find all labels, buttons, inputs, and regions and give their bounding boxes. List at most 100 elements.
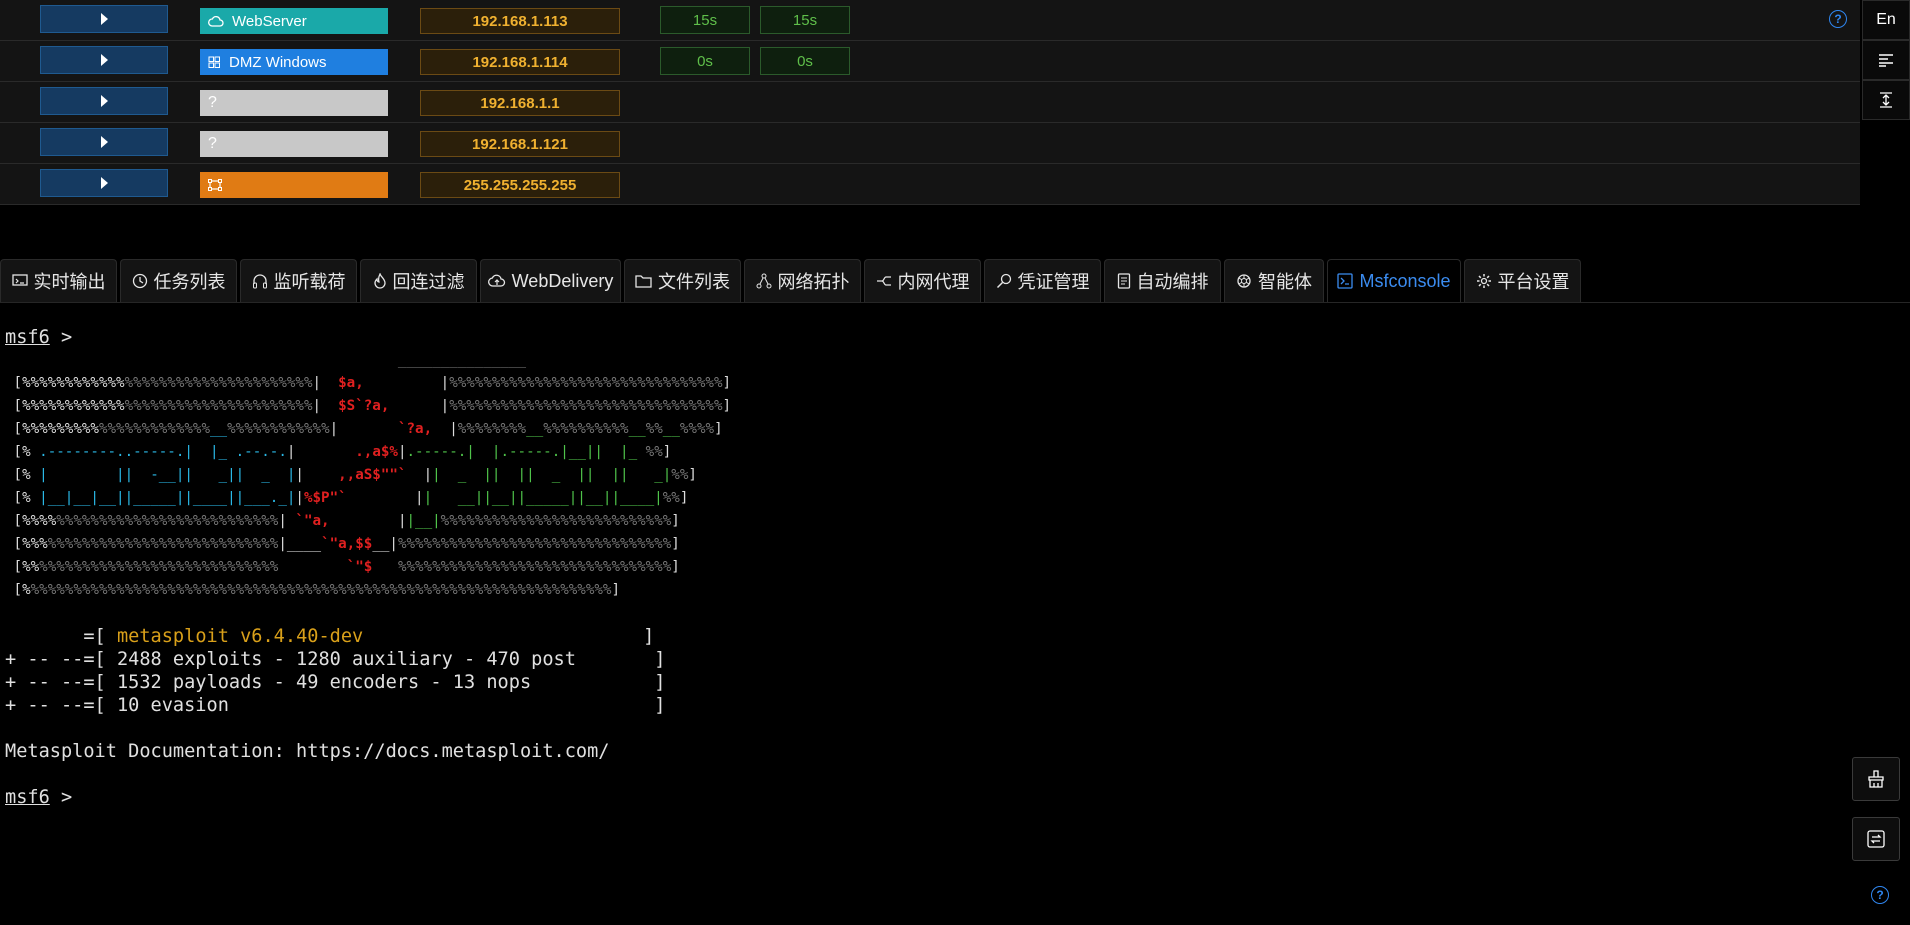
tab-intranet-proxy[interactable]: 内网代理 bbox=[864, 259, 981, 302]
os-tag bbox=[200, 172, 388, 198]
tab-label: 凭证管理 bbox=[1017, 272, 1090, 292]
os-label: DMZ Windows bbox=[229, 53, 327, 71]
version-text: metasploit v6.4.40-dev bbox=[116, 626, 364, 647]
topology-icon bbox=[756, 273, 771, 289]
vertical-align-icon bbox=[1880, 92, 1892, 108]
play-icon bbox=[100, 95, 108, 107]
gear-icon bbox=[1476, 274, 1491, 288]
expand-button[interactable] bbox=[40, 128, 168, 156]
tab-ai-agent[interactable]: 智能体 bbox=[1224, 259, 1324, 302]
align-left-button[interactable] bbox=[1862, 40, 1910, 80]
tab-label: 智能体 bbox=[1258, 272, 1312, 292]
help-icon[interactable]: ? bbox=[1829, 10, 1847, 28]
search-key-icon bbox=[996, 273, 1011, 289]
host-table: WebServer 192.168.1.113 15s 15s DMZ Wind… bbox=[0, 0, 1860, 205]
tab-callback-filter[interactable]: 回连过滤 bbox=[360, 259, 477, 302]
os-tag: WebServer bbox=[200, 8, 388, 34]
os-label: WebServer bbox=[232, 12, 307, 30]
tab-label: WebDelivery bbox=[511, 270, 614, 291]
tab-label: 自动编排 bbox=[1136, 272, 1209, 292]
ip-address[interactable]: 255.255.255.255 bbox=[420, 172, 620, 198]
expand-button[interactable] bbox=[40, 169, 168, 197]
metasploit-ascii-banner: _______________ [%%%%%%%%%%%%%%%%%%%%%%%… bbox=[13, 352, 732, 598]
windows-icon bbox=[208, 56, 220, 68]
tab-label: 任务列表 bbox=[153, 272, 226, 292]
prompt-suffix: > bbox=[49, 327, 73, 348]
prompt-suffix: > bbox=[49, 787, 73, 808]
tab-file-list[interactable]: 文件列表 bbox=[624, 259, 741, 302]
question-icon: ? bbox=[208, 94, 217, 111]
host-row[interactable]: ? 192.168.1.1 bbox=[0, 82, 1860, 123]
ip-address[interactable]: 192.168.1.113 bbox=[420, 8, 620, 34]
tab-label: 网络拓扑 bbox=[777, 272, 850, 292]
prompt-line: msf6 > bbox=[5, 786, 72, 809]
expand-button[interactable] bbox=[40, 5, 168, 33]
play-icon bbox=[100, 13, 108, 25]
openai-icon bbox=[1237, 274, 1251, 288]
host-row[interactable]: 255.255.255.255 bbox=[0, 164, 1860, 205]
broom-icon bbox=[1868, 770, 1884, 788]
play-icon bbox=[100, 177, 108, 189]
ip-address[interactable]: 192.168.1.1 bbox=[420, 90, 620, 116]
clock-icon bbox=[132, 273, 147, 289]
tab-label: Msfconsole bbox=[1359, 270, 1451, 291]
prompt-name: msf6 bbox=[5, 327, 50, 348]
tab-label: 平台设置 bbox=[1497, 272, 1570, 292]
prompt-name: msf6 bbox=[5, 787, 50, 808]
tab-label: 文件列表 bbox=[658, 272, 730, 292]
tab-label: 回连过滤 bbox=[392, 272, 465, 292]
clear-console-button[interactable] bbox=[1852, 757, 1900, 801]
tab-label: 实时输出 bbox=[33, 272, 106, 292]
last-check-time: 15s bbox=[760, 6, 850, 34]
stats-line: + -- --=[ 1532 payloads - 49 encoders - … bbox=[5, 672, 666, 693]
tab-label: 内网代理 bbox=[897, 272, 970, 292]
tab-webdelivery[interactable]: WebDelivery bbox=[480, 259, 621, 302]
stats-line: + -- --=[ 10 evasion ] bbox=[5, 695, 666, 716]
tab-realtime-output[interactable]: 实时输出 bbox=[0, 259, 117, 302]
os-tag: ? bbox=[200, 131, 388, 157]
vertical-align-button[interactable] bbox=[1862, 80, 1910, 120]
host-row[interactable]: ? 192.168.1.121 bbox=[0, 123, 1860, 164]
expand-button[interactable] bbox=[40, 46, 168, 74]
align-left-icon bbox=[1879, 54, 1893, 67]
help-icon[interactable]: ? bbox=[1871, 886, 1889, 904]
tab-label: 监听载荷 bbox=[273, 272, 346, 292]
docs-line: Metasploit Documentation: https://docs.m… bbox=[5, 741, 610, 762]
refresh-icon bbox=[1867, 830, 1885, 848]
tab-listener-payload[interactable]: 监听载荷 bbox=[240, 259, 357, 302]
play-icon bbox=[100, 54, 108, 66]
tab-bar: 实时输出 任务列表 监听载荷 回连过滤 WebDelivery 文件列表 网络拓… bbox=[0, 259, 1910, 303]
tab-task-list[interactable]: 任务列表 bbox=[120, 259, 237, 302]
router-icon bbox=[208, 179, 222, 191]
last-check-time: 0s bbox=[760, 47, 850, 75]
terminal-icon bbox=[1337, 273, 1354, 289]
tab-platform-settings[interactable]: 平台设置 bbox=[1464, 259, 1581, 302]
cloud-icon bbox=[208, 15, 224, 27]
tab-msfconsole[interactable]: Msfconsole bbox=[1327, 259, 1461, 302]
version-line: =[ metasploit v6.4.40-dev ] bbox=[5, 625, 654, 648]
play-icon bbox=[100, 136, 108, 148]
reconnect-console-button[interactable] bbox=[1852, 817, 1900, 861]
ip-address[interactable]: 192.168.1.121 bbox=[420, 131, 620, 157]
language-button[interactable]: En bbox=[1862, 0, 1910, 40]
version-prefix: =[ bbox=[5, 626, 117, 647]
version-suffix: ] bbox=[363, 626, 655, 647]
monitor-icon bbox=[11, 274, 28, 286]
tab-credential-management[interactable]: 凭证管理 bbox=[984, 259, 1101, 302]
expand-button[interactable] bbox=[40, 87, 168, 115]
question-icon: ? bbox=[208, 135, 217, 152]
host-row[interactable]: WebServer 192.168.1.113 15s 15s bbox=[0, 0, 1860, 41]
flame-icon bbox=[373, 273, 386, 289]
os-tag: ? bbox=[200, 90, 388, 116]
tab-auto-orchestration[interactable]: 自动编排 bbox=[1104, 259, 1221, 302]
folder-icon bbox=[635, 275, 652, 288]
host-row[interactable]: DMZ Windows 192.168.1.114 0s 0s bbox=[0, 41, 1860, 82]
prompt-line: msf6 > bbox=[5, 326, 72, 349]
headphones-icon bbox=[252, 274, 267, 289]
proxy-icon bbox=[876, 276, 891, 286]
book-icon bbox=[1117, 273, 1130, 289]
last-seen-time: 0s bbox=[660, 47, 750, 75]
tab-network-topology[interactable]: 网络拓扑 bbox=[744, 259, 861, 302]
ip-address[interactable]: 192.168.1.114 bbox=[420, 49, 620, 75]
stats-line: + -- --=[ 2488 exploits - 1280 auxiliary… bbox=[5, 649, 666, 670]
